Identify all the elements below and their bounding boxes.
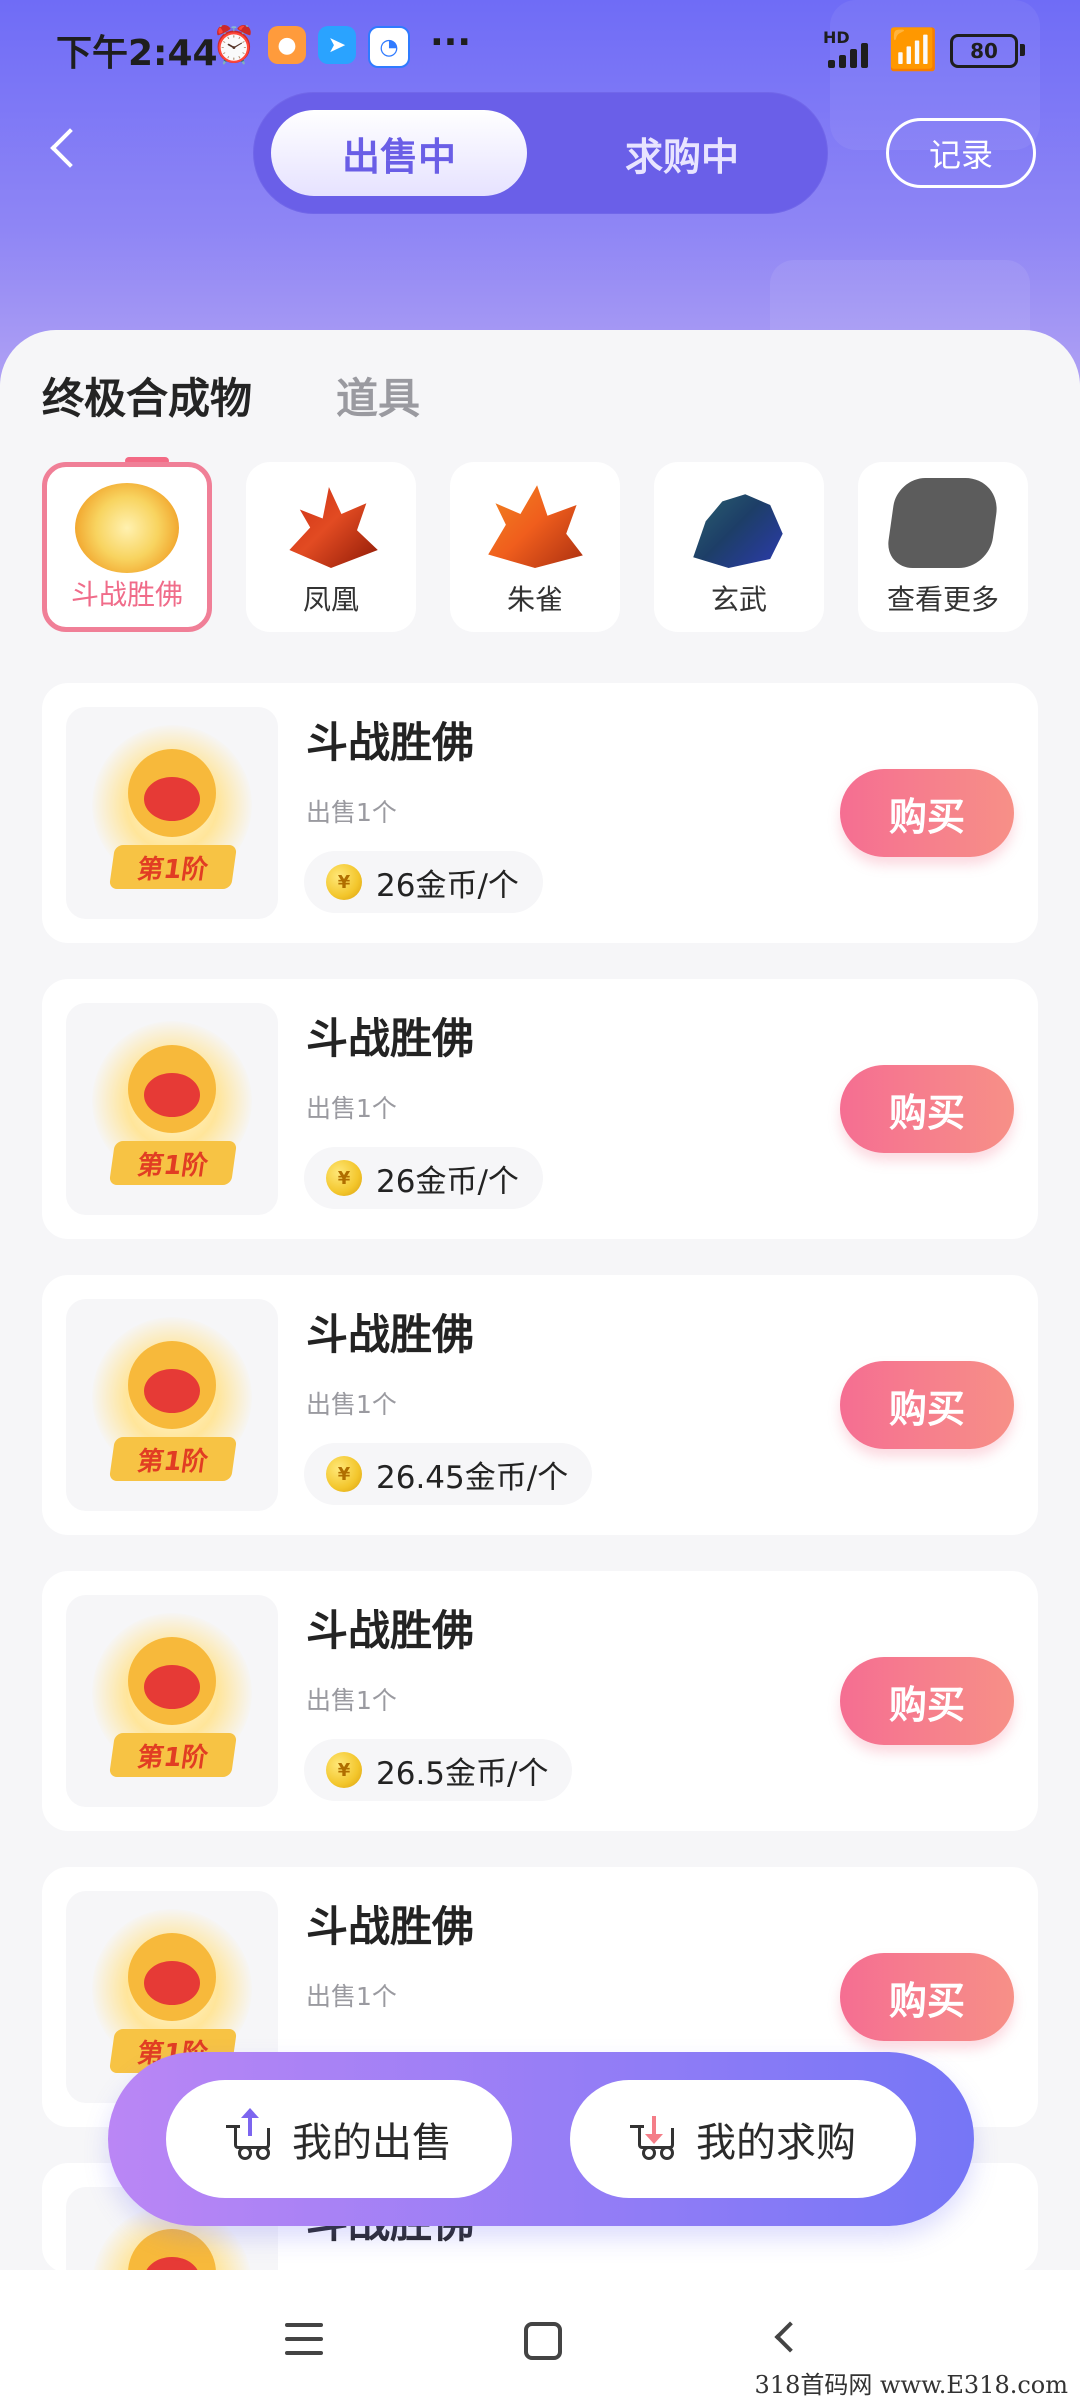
listing-card: 第1阶 斗战胜佛 出售1个 ¥ 26金币/个 购买 [42,683,1038,943]
chip-label: 查看更多 [886,583,999,616]
status-time: 下午2:44 [56,33,218,74]
chip-phoenix[interactable]: 凤凰 [246,462,416,632]
chip-douzhan-shengfo[interactable]: 斗战胜佛 [42,462,212,632]
chip-view-more[interactable]: 查看更多 [858,462,1028,632]
coin-icon: ¥ [326,864,362,900]
tier-badge: 第1阶 [108,845,238,889]
chip-black-tortoise[interactable]: 玄武 [654,462,824,632]
home-icon[interactable] [510,2308,570,2368]
cart-upload-icon [226,2108,274,2162]
status-bar: 下午2:44 ⏰ ● ➤ ◔ ··· HD 📶 80 [0,0,1080,95]
listing-price: ¥ 26.5金币/个 [304,1739,573,1801]
tier-badge: 第1阶 [108,1733,238,1777]
listing-price: ¥ 26金币/个 [304,1147,543,1209]
black-tortoise-icon [693,494,783,568]
monkey-face-decoration [128,1637,216,1725]
listing-name: 斗战胜佛 [306,1606,475,1655]
listing-quantity: 出售1个 [306,1390,397,1419]
my-purchases-button[interactable]: 我的求购 [570,2080,916,2198]
my-purchases-label: 我的求购 [696,2120,856,2166]
chip-label: 凤凰 [302,583,359,616]
listing-name: 斗战胜佛 [306,1014,475,1063]
segment-buying[interactable]: 求购中 [554,110,810,196]
category-tabs: 终极合成物 道具 [42,365,420,465]
monkey-face-decoration [128,1933,216,2021]
price-text: 26金币/个 [376,1163,519,1200]
coin-icon: ¥ [326,1160,362,1196]
price-text: 26.45金币/个 [376,1459,569,1496]
more-notifications-icon: ··· [430,22,472,63]
coin-icon: ¥ [326,1456,362,1492]
tier-badge: 第1阶 [108,1141,238,1185]
segment-selling[interactable]: 出售中 [271,110,527,196]
chip-vermilion-bird[interactable]: 朱雀 [450,462,620,632]
monkey-face-decoration [128,1045,216,1133]
cart-download-icon [630,2116,678,2162]
listing-quantity: 出售1个 [306,1686,397,1715]
browser-icon: ◔ [368,26,410,68]
listing-card: 第1阶 斗战胜佛 出售1个 ¥ 26.45金币/个 购买 [42,1275,1038,1535]
watermark: 318首码网 www.E318.com [754,2371,1068,2399]
listing-card: 第1阶 斗战胜佛 出售1个 ¥ 26金币/个 购买 [42,979,1038,1239]
buy-button[interactable]: 购买 [840,1065,1014,1153]
listing-price: ¥ 26金币/个 [304,851,543,913]
listing-name: 斗战胜佛 [306,1902,475,1951]
tab-ultimate-items[interactable]: 终极合成物 [42,365,252,465]
system-back-icon[interactable] [755,2308,815,2368]
tab-props[interactable]: 道具 [336,365,420,445]
coin-icon: ¥ [326,1752,362,1788]
phoenix-icon [289,487,378,568]
vermilion-bird-icon [488,485,583,568]
buy-button[interactable]: 购买 [840,1657,1014,1745]
bottom-action-bar: 我的出售 我的求购 [108,2052,974,2226]
monkey-king-icon [75,483,179,573]
listing-quantity: 出售1个 [306,1094,397,1123]
alarm-clock-icon: ⏰ [211,25,257,66]
monkey-king-icon: 第1阶 [66,707,278,919]
monkey-king-icon: 第1阶 [66,1595,278,1807]
price-text: 26.5金币/个 [376,1755,549,1792]
recent-apps-icon[interactable] [275,2308,335,2368]
buy-button[interactable]: 购买 [840,1953,1014,2041]
price-text: 26金币/个 [376,867,519,904]
chip-label: 斗战胜佛 [70,578,183,611]
chip-label: 朱雀 [506,583,563,616]
item-category-chips: 斗战胜佛 凤凰 朱雀 玄武 查看更多 [42,462,1028,632]
record-button[interactable]: 记录 [886,118,1036,188]
monkey-king-icon: 第1阶 [66,1003,278,1215]
battery-icon: 80 [950,34,1025,68]
monkey-king-icon: 第1阶 [66,1299,278,1511]
listing-card: 第1阶 斗战胜佛 出售1个 ¥ 26.5金币/个 购买 [42,1571,1038,1831]
more-items-icon [884,478,1002,568]
listing-price: ¥ 26.45金币/个 [304,1443,593,1505]
listing-quantity: 出售1个 [306,798,397,827]
listing-mode-switch[interactable]: 出售中 求购中 [253,92,828,214]
chip-label: 玄武 [710,583,767,616]
app-notification-icon: ● [268,26,306,64]
monkey-face-decoration [128,1341,216,1429]
tier-badge: 第1阶 [108,1437,238,1481]
listing-name: 斗战胜佛 [306,1310,475,1359]
wifi-icon: 📶 [888,27,938,73]
system-navigation-bar: 318首码网 www.E318.com [0,2270,1080,2400]
monkey-face-decoration [128,749,216,837]
buy-button[interactable]: 购买 [840,1361,1014,1449]
telegram-icon: ➤ [318,26,356,64]
listing-name: 斗战胜佛 [306,718,475,767]
my-sales-label: 我的出售 [292,2120,452,2166]
signal-icon [828,42,876,68]
buy-button[interactable]: 购买 [840,769,1014,857]
back-button[interactable] [44,120,100,176]
listing-quantity: 出售1个 [306,1982,397,2011]
my-sales-button[interactable]: 我的出售 [166,2080,512,2198]
